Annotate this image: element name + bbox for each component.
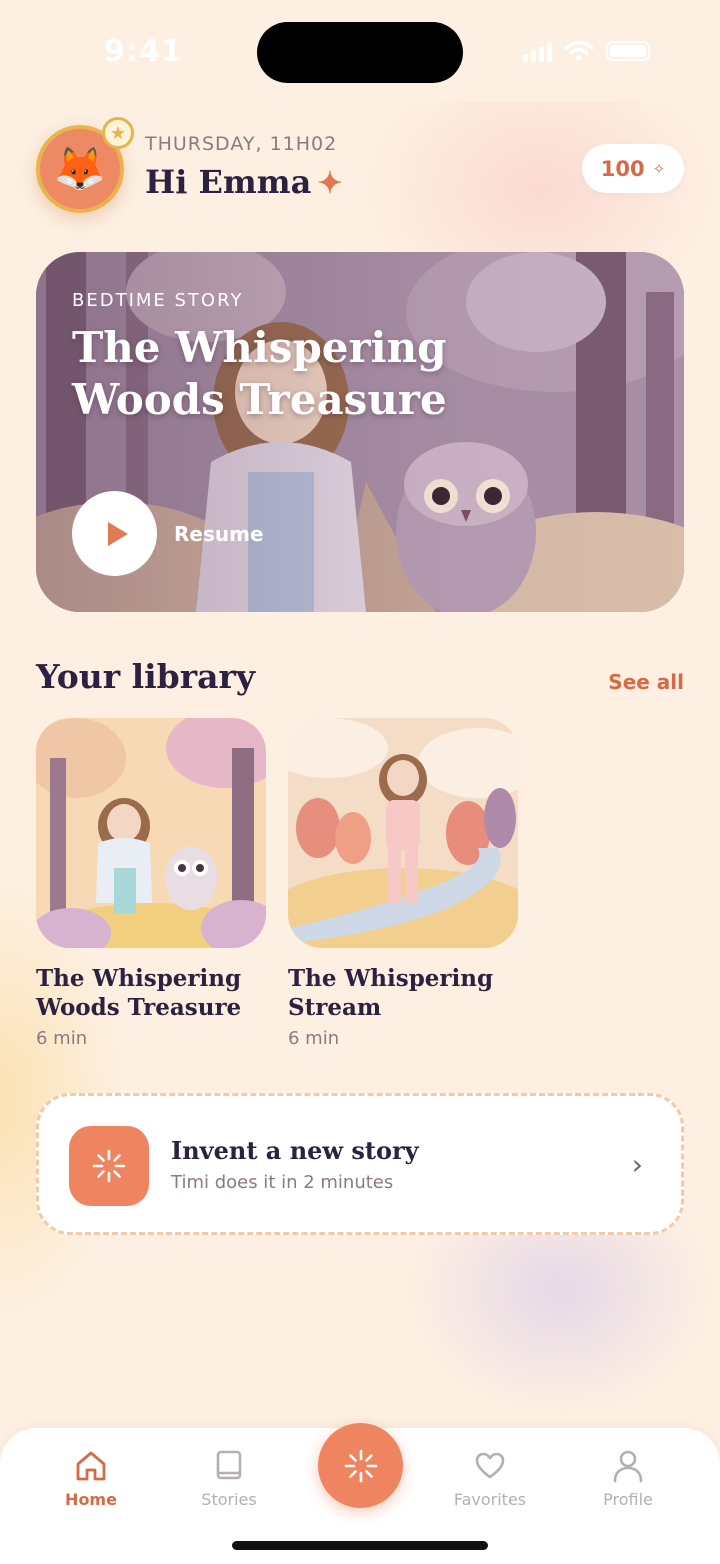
tab-home[interactable]: Home [36, 1446, 146, 1509]
sparkle-icon: ✦ [317, 166, 343, 201]
heart-icon [435, 1446, 545, 1486]
story-thumbnail [288, 718, 518, 948]
play-button[interactable] [72, 491, 157, 576]
status-time: 9:41 [104, 34, 183, 69]
wifi-icon [564, 40, 594, 61]
story-duration: 6 min [288, 1028, 340, 1049]
tab-label: Home [65, 1490, 117, 1509]
home-icon [36, 1446, 146, 1486]
sparkle-burst-icon [344, 1449, 377, 1482]
library-title: Your library [36, 657, 256, 696]
story-title: The Whispering Stream [288, 965, 494, 1021]
star-badge-icon: ★ [102, 117, 134, 149]
greeting-text: Hi Emma [145, 163, 312, 201]
user-icon [573, 1446, 683, 1486]
points-badge[interactable]: 100 ✧ [582, 144, 684, 193]
sparkle-small-icon: ✧ [652, 159, 666, 178]
battery-icon [606, 41, 650, 61]
dynamic-island [257, 22, 463, 83]
invent-title: Invent a new story [171, 1136, 419, 1165]
story-duration: 6 min [36, 1028, 88, 1049]
chevron-right-icon: › [631, 1148, 643, 1181]
tab-label: Profile [603, 1490, 653, 1509]
points-value: 100 [600, 156, 645, 181]
tab-profile[interactable]: Profile [573, 1446, 683, 1509]
library-card[interactable]: The Whispering Woods Treasure 6 min [36, 718, 266, 1049]
sparkle-burst-icon [69, 1126, 149, 1206]
story-illustration [36, 718, 266, 948]
tab-favorites[interactable]: Favorites [435, 1446, 545, 1509]
hero-title: The Whispering Woods Treasure [72, 323, 447, 424]
invent-subtitle: Timi does it in 2 minutes [171, 1172, 394, 1193]
home-indicator [232, 1541, 488, 1550]
date-label: THURSDAY, 11H02 [145, 133, 338, 155]
tab-label: Favorites [453, 1490, 527, 1509]
avatar[interactable]: 🦊 ★ [36, 117, 134, 215]
story-thumbnail [36, 718, 266, 948]
see-all-link[interactable]: See all [608, 670, 684, 694]
resume-label[interactable]: Resume [174, 522, 264, 546]
tab-stories[interactable]: Stories [174, 1446, 284, 1509]
story-illustration [288, 718, 518, 948]
featured-story-card[interactable]: BEDTIME STORY The Whispering Woods Treas… [36, 252, 684, 612]
library-card[interactable]: The Whispering Stream 6 min [288, 718, 518, 1049]
greeting: Hi Emma ✦ [145, 163, 343, 201]
invent-story-card[interactable]: Invent a new story Timi does it in 2 min… [36, 1093, 684, 1235]
hero-kicker: BEDTIME STORY [72, 290, 244, 311]
story-title: The Whispering Woods Treasure [36, 965, 242, 1021]
signal-icon [523, 40, 552, 62]
status-icons [523, 40, 650, 62]
status-bar: 9:41 [0, 0, 720, 102]
book-icon [174, 1446, 284, 1486]
create-story-button[interactable] [318, 1423, 403, 1508]
play-icon [107, 521, 128, 546]
tab-label: Stories [201, 1490, 257, 1509]
